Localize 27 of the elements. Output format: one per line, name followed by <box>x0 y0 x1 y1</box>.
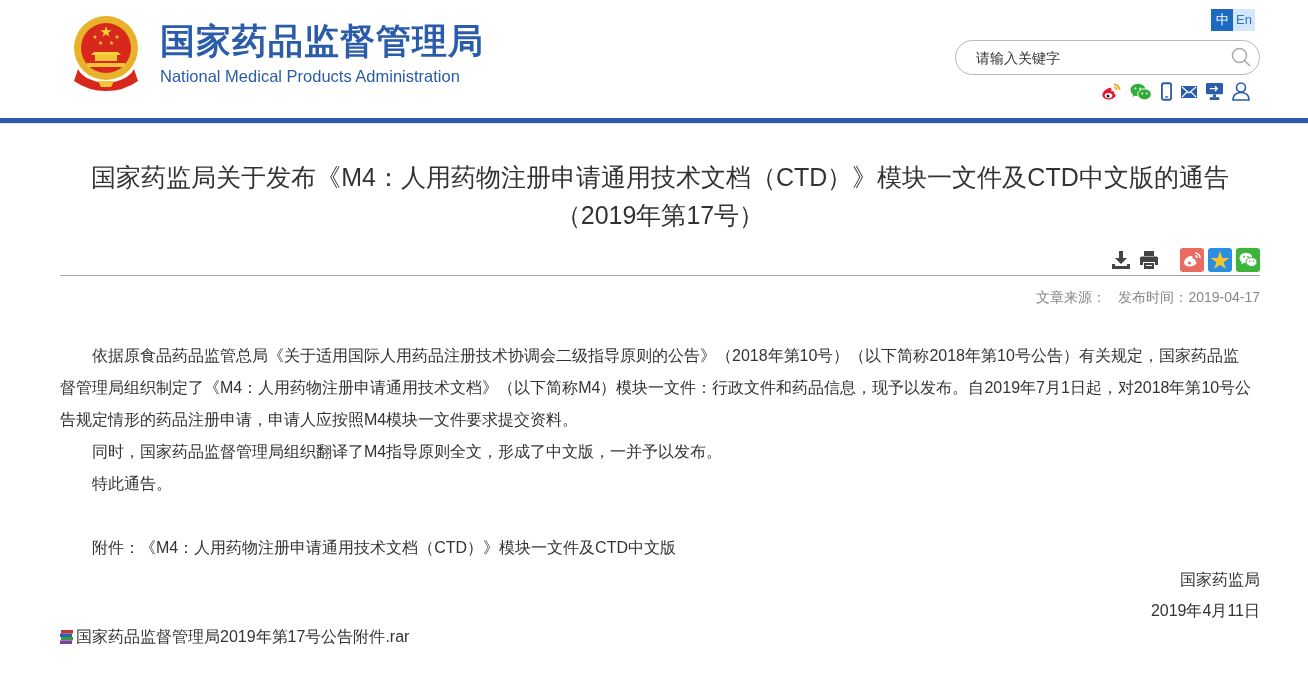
chat-bubbles-share-icon[interactable] <box>1236 248 1260 272</box>
mail-icon[interactable] <box>1181 85 1197 98</box>
mobile-phone-icon[interactable] <box>1161 82 1172 101</box>
paragraph: 特此通告。 <box>91 474 173 494</box>
star-share-icon[interactable] <box>1208 248 1232 272</box>
monitor-icon[interactable] <box>1206 83 1223 100</box>
download-icon[interactable] <box>1112 251 1130 269</box>
attachment-link[interactable]: 国家药品监督管理局2019年第17号公告附件.rar <box>60 626 410 648</box>
language-toggle[interactable]: 中 <box>1211 9 1233 31</box>
chat-bubbles-icon[interactable] <box>1130 82 1152 101</box>
weibo-icon[interactable] <box>1101 82 1121 101</box>
search-field[interactable]: 请输入关键字 <box>955 40 1260 75</box>
site-subtitle: National Medical Products Administration <box>160 66 460 86</box>
issue-date: 2019年4月11日 <box>1149 601 1260 621</box>
weibo-share-icon[interactable] <box>1180 248 1204 272</box>
article-title: 国家药监局关于发布《M4：人用药物注册申请通用技术文档（CTD）》模块一文件及CTD中文版的通告（2019年第17号） <box>90 162 1230 231</box>
paragraph: 依据原食品药品监管总局《关于适用国际人用药品注册技术协调会二级指导原则的公告》（2018年第10号）（以下简称2018年第10号公告）有关规定，国家药品监督管理局组织制定了《M4：人用药物注册申请通用技术文档》（以下简称M4）模块一文件：行政文件和药品信息，现予以发布。自2019年7月1日起，对2018年第10号公告规定情形的药品注册申请，申请人应按照M4模块一文件要求提交资料。 <box>60 346 1252 430</box>
user-icon[interactable] <box>1232 82 1250 101</box>
paragraph: 同时，国家药品监督管理局组织翻译了M4指导原则全文，形成了中文版，一并予以发布。 <box>91 442 724 462</box>
source-label: 文章来源： <box>1036 288 1107 306</box>
attachment-note: 附件：《M4：人用药物注册申请通用技术文档（CTD）》模块一文件及CTD中文版 <box>91 538 677 558</box>
print-icon[interactable] <box>1140 251 1158 269</box>
language-toggle[interactable]: En <box>1233 9 1255 31</box>
site-title: 国家药品监督管理局 <box>160 20 484 62</box>
publish-date: 发布时间：2019-04-17 <box>1118 288 1260 306</box>
archive-file-icon <box>60 630 74 644</box>
issuer-name: 国家药监局 <box>1179 570 1260 590</box>
